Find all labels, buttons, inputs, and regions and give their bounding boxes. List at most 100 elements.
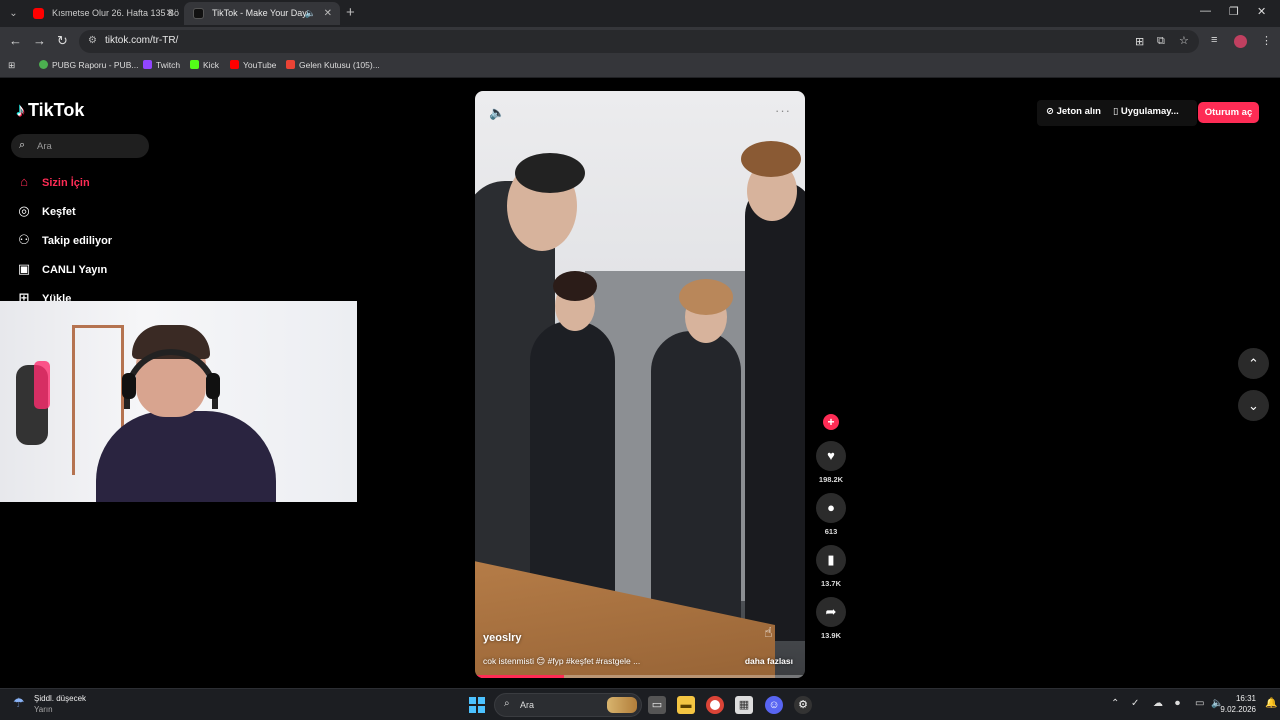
nav-following[interactable]: ⚇ Takip ediliyor — [15, 232, 112, 252]
install-icon[interactable]: ⧉ — [1157, 35, 1165, 48]
rain-icon[interactable]: ☂ — [13, 695, 31, 713]
weather-subtext[interactable]: Yarın — [34, 705, 53, 714]
cloud-icon[interactable]: ☁ — [1153, 698, 1163, 709]
star-icon[interactable]: ☆ — [1179, 34, 1189, 47]
comment-count: 613 — [824, 527, 838, 536]
heart-icon[interactable]: ♥ — [816, 441, 846, 471]
login-button[interactable]: Oturum aç — [1198, 102, 1259, 123]
tab-kismetse[interactable]: Kısmetse Olur 26. Hafta 135 Bö ✕ — [24, 2, 182, 25]
next-video-button[interactable]: ⌄ — [1238, 390, 1269, 421]
windows-start-icon[interactable] — [469, 697, 485, 713]
get-coins-link[interactable]: ⊘ Jeton alın — [1046, 106, 1101, 117]
weather-text[interactable]: Şiddl. düşecek — [34, 694, 86, 703]
clock-date[interactable]: 9.02.2026 — [1220, 705, 1256, 714]
window-close-icon[interactable]: ✕ — [1257, 5, 1266, 18]
speaker-icon[interactable]: 🔈 — [305, 2, 316, 25]
tab-tiktok[interactable]: TikTok - Make Your Day 🔈 ✕ — [184, 2, 340, 25]
search-icon[interactable]: ⌕ — [19, 139, 25, 152]
tiktok-page: ♪TikTok ⌕ ⌂Sizin İçin ◎Keşfet ⚇Takip edi… — [0, 78, 1280, 688]
search-box: ⌕ — [11, 134, 149, 158]
kebab-menu-icon[interactable]: ⋮ — [1261, 34, 1272, 47]
close-icon[interactable]: ✕ — [324, 2, 332, 25]
share-action: ➦ 13.9K — [816, 597, 846, 640]
following-icon: ⚇ — [18, 232, 30, 247]
compass-icon: ◎ — [18, 203, 30, 218]
new-tab-button[interactable]: + — [346, 4, 355, 21]
video-hair — [679, 279, 733, 315]
discord-icon[interactable]: ☺ — [765, 696, 783, 714]
headphone-cup — [206, 373, 220, 399]
share-icon[interactable]: ➦ — [816, 597, 846, 627]
check-icon[interactable]: ✓ — [1131, 698, 1139, 709]
youtube-favicon-icon — [230, 60, 239, 69]
nav-explore[interactable]: ◎ Keşfet — [15, 203, 75, 223]
search-input[interactable] — [37, 138, 142, 154]
tab-search-icon[interactable]: ≡ — [1211, 34, 1217, 46]
video-author[interactable]: yeoslry — [483, 632, 522, 644]
close-icon[interactable]: ✕ — [166, 2, 174, 25]
video-player[interactable]: 🔈 ··· yeoslry cok istenmisti 😊 #fyp #keş… — [475, 91, 805, 678]
search-highlight-image — [607, 697, 637, 713]
previous-video-button[interactable]: ⌃ — [1238, 348, 1269, 379]
home-icon: ⌂ — [20, 174, 28, 189]
headphone-cup — [122, 373, 136, 399]
site-info-icon[interactable]: ⚙ — [88, 35, 97, 46]
tab-label: Kısmetse Olur 26. Hafta 135 Bö — [52, 8, 180, 18]
store-icon[interactable]: ▦ — [735, 696, 753, 714]
minimize-icon[interactable]: — — [1200, 5, 1211, 17]
like-action: ♥ 198.2K — [816, 441, 846, 484]
taskbar-search[interactable]: ⌕ Ara — [494, 693, 642, 717]
follow-plus-button[interactable]: + — [823, 414, 839, 430]
display-icon[interactable]: ▭ — [1195, 698, 1204, 709]
live-icon: ▣ — [17, 261, 31, 276]
mouse-cursor-icon: ☝ — [764, 624, 773, 640]
comment-icon[interactable]: ● — [816, 493, 846, 523]
tab-search-button[interactable]: ⌄ — [5, 5, 22, 22]
like-count: 198.2K — [818, 475, 844, 484]
bookmark-icon[interactable]: ▮ — [816, 545, 846, 575]
task-view-icon[interactable]: ▭ — [648, 696, 666, 714]
browser-toolbar: ← → ↻ ⚙ tiktok.com/tr-TR/ ⊞ ⧉ ☆ ≡ ⋮ — [0, 27, 1280, 56]
save-action: ▮ 13.7K — [816, 545, 846, 588]
video-hair — [515, 153, 585, 193]
notification-bell-icon[interactable]: 🔔 — [1265, 698, 1277, 709]
address-bar[interactable]: ⚙ tiktok.com/tr-TR/ ⊞ ⧉ ☆ — [79, 30, 1199, 53]
translate-icon[interactable]: ⊞ — [1135, 35, 1144, 48]
reload-icon[interactable]: ↻ — [57, 33, 68, 49]
profile-avatar[interactable] — [1234, 35, 1247, 48]
more-options-icon[interactable]: ··· — [775, 103, 791, 118]
tab-label: TikTok - Make Your Day — [212, 8, 307, 18]
apps-grid-icon[interactable]: ⊞ — [8, 60, 15, 71]
caption-more-link[interactable]: daha fazlası — [745, 656, 793, 666]
tiktok-logo[interactable]: ♪ TikTok — [16, 100, 84, 121]
nav-for-you[interactable]: ⌂ Sizin İçin — [15, 174, 90, 194]
tray-overflow-icon[interactable]: ⌃ — [1111, 698, 1119, 709]
video-progress-fill — [475, 675, 565, 678]
nav-live[interactable]: ▣ CANLI Yayın — [15, 261, 107, 281]
save-count: 13.7K — [820, 579, 841, 588]
gmail-favicon-icon — [286, 60, 295, 69]
back-icon[interactable]: ← — [9, 33, 22, 48]
forward-icon[interactable]: → — [33, 33, 46, 48]
bookmark-twitch[interactable]: Twitch — [143, 60, 180, 70]
video-progress-bar[interactable] — [475, 675, 805, 678]
chrome-icon[interactable] — [706, 696, 724, 714]
tiktok-note-icon: ♪ — [16, 100, 25, 120]
mute-icon[interactable]: 🔈 — [489, 105, 505, 121]
bookmark-kick[interactable]: Kick — [190, 60, 219, 70]
microphone-icon[interactable]: ⏺ — [1175, 698, 1180, 709]
taskbar-search-label: Ara — [520, 700, 535, 710]
coin-icon: ⊘ — [1046, 106, 1054, 117]
clock-time[interactable]: 16:31 — [1236, 694, 1256, 703]
bookmark-pubg[interactable]: PUBG Raporu - PUB... — [39, 60, 138, 70]
file-explorer-icon[interactable]: ▬ — [677, 696, 695, 714]
share-count: 13.9K — [820, 631, 841, 640]
bookmark-gmail[interactable]: Gelen Kutusu (105)... — [286, 60, 380, 70]
taskbar: ☂ Şiddl. düşecek Yarın ⌕ Ara ▭ ▬ ▦ ☺ ⚙ ⌃… — [0, 688, 1280, 720]
steam-icon[interactable]: ⚙ — [794, 696, 812, 714]
restore-icon[interactable]: ❐ — [1229, 5, 1239, 18]
get-app-link[interactable]: ▯ Uygulamay... — [1113, 106, 1179, 117]
kick-favicon-icon — [190, 60, 199, 69]
bookmark-youtube[interactable]: YouTube — [230, 60, 276, 70]
url-text: tiktok.com/tr-TR/ — [105, 35, 179, 46]
